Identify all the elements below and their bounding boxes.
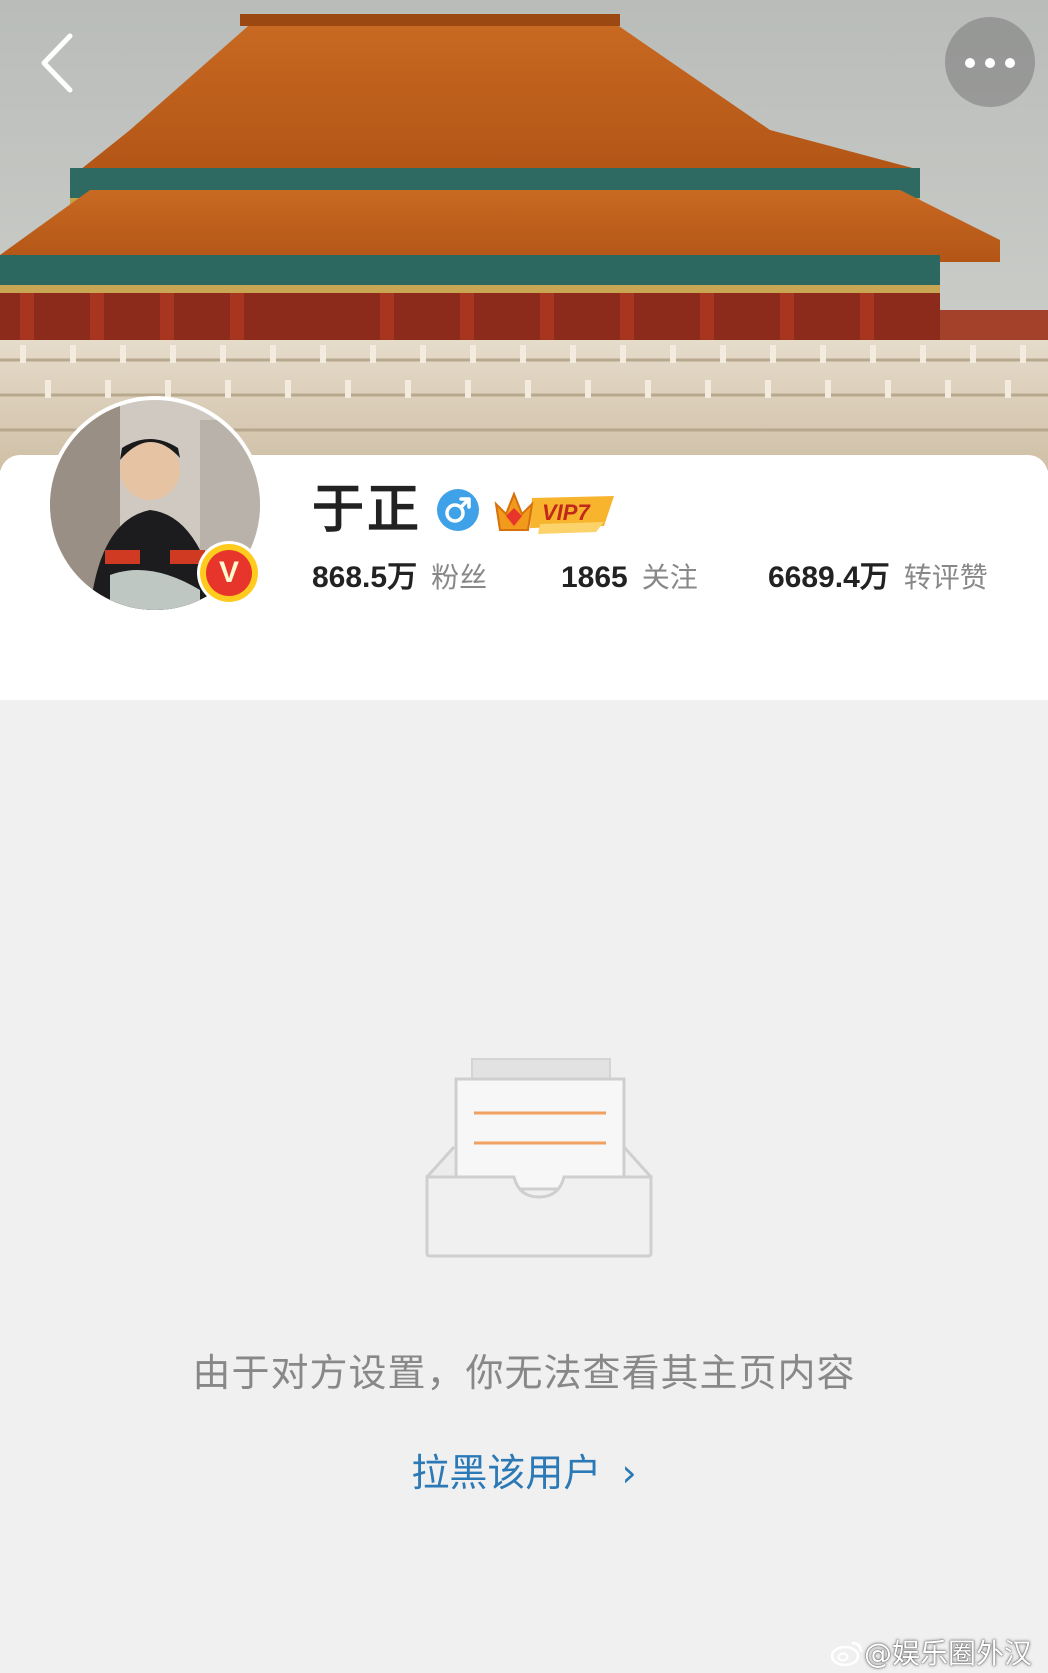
back-button[interactable]: [30, 28, 90, 98]
interactions-count: 6689.4万: [768, 561, 890, 594]
watermark-text: @娱乐圈外汉: [864, 1637, 1033, 1670]
more-options-button[interactable]: [945, 17, 1035, 107]
following-stat[interactable]: 1865 关注: [561, 558, 698, 598]
username: 于正: [312, 480, 423, 540]
verified-v-icon: V: [206, 550, 252, 596]
verified-badge: V: [200, 544, 258, 602]
privacy-notice: 由于对方设置，你无法查看其主页内容: [192, 1351, 856, 1395]
interactions-stat[interactable]: 6689.4万 转评赞: [768, 558, 988, 598]
weibo-logo-icon: [830, 1641, 863, 1667]
empty-box-icon: [424, 1055, 654, 1260]
interactions-label: 转评赞: [903, 561, 988, 594]
back-arrow-icon: [41, 33, 73, 93]
block-user-link[interactable]: 拉黑该用户 ›: [0, 1442, 1048, 1497]
block-user-label: 拉黑该用户: [411, 1451, 602, 1495]
watermark: @娱乐圈外汉: [830, 1632, 1032, 1672]
vip-crown-icon[interactable]: VIP7: [492, 484, 622, 538]
followers-label: 粉丝: [431, 561, 488, 594]
vip-level-label: VIP7: [542, 500, 591, 525]
following-label: 关注: [641, 561, 698, 594]
chevron-right-icon: ›: [621, 1451, 637, 1495]
male-icon: [437, 489, 479, 531]
followers-stat[interactable]: 868.5万 粉丝: [312, 558, 487, 598]
followers-count: 868.5万: [312, 561, 418, 594]
following-count: 1865: [561, 561, 628, 594]
